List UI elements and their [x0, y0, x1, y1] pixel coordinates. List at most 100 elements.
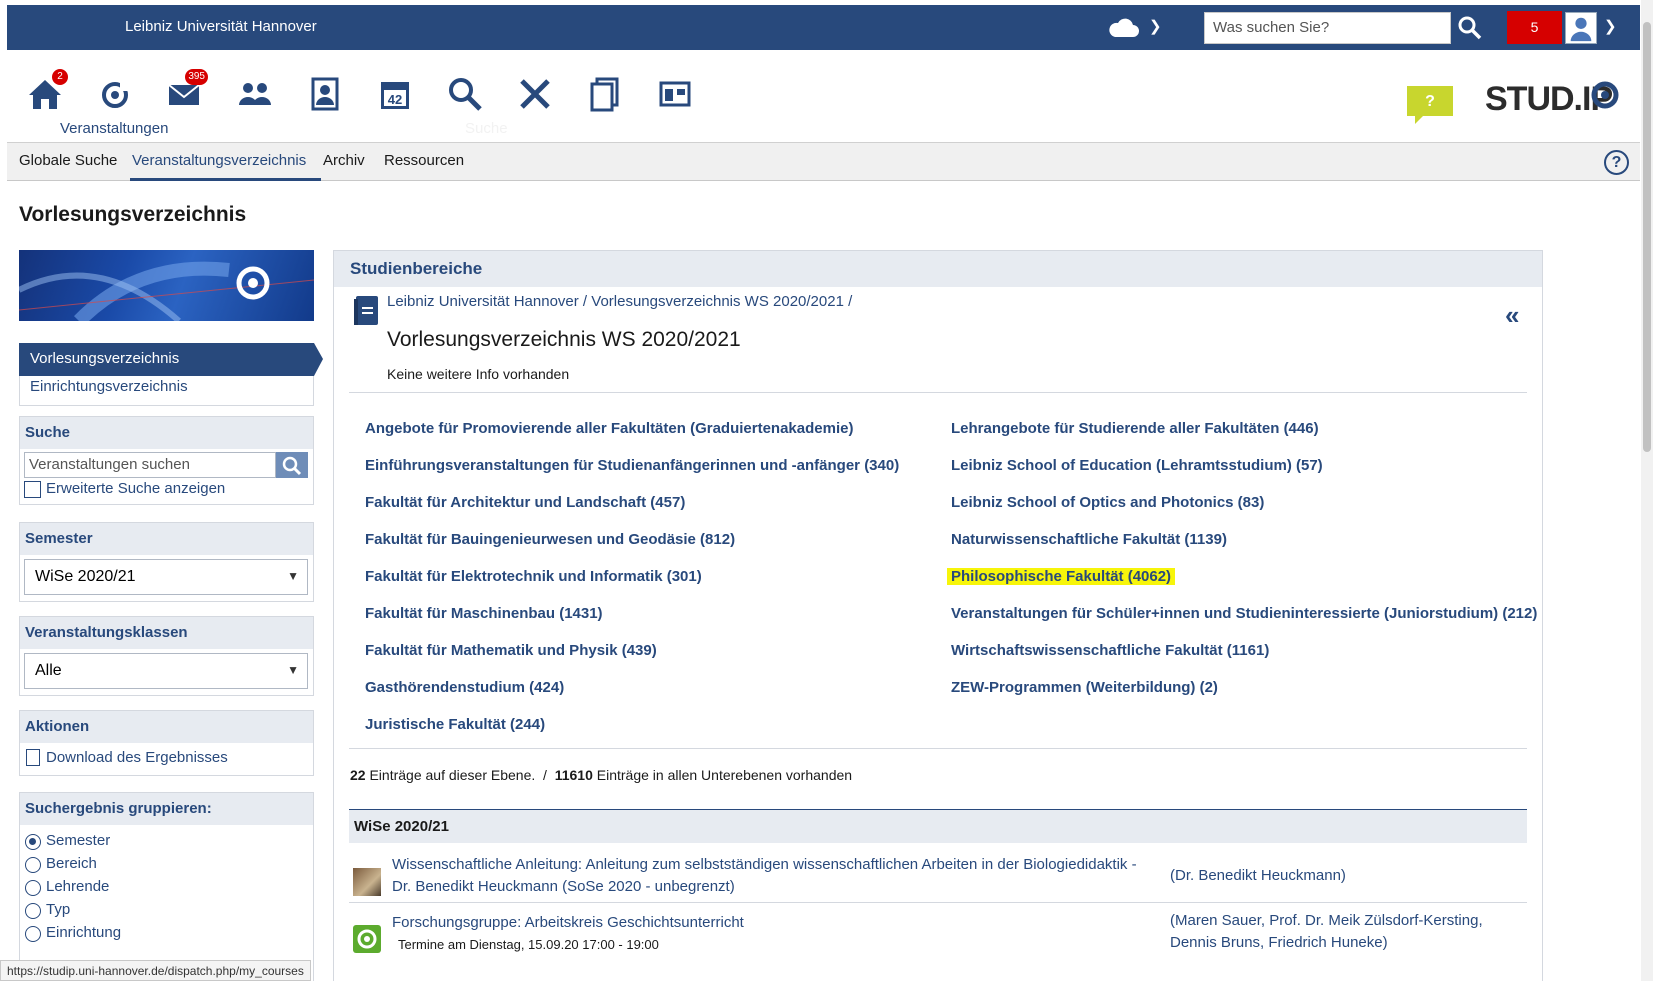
- entry-count-level-text: Einträge auf dieser Ebene.: [369, 767, 536, 783]
- entry-count-all-text: Einträge in allen Unterebenen vorhanden: [596, 767, 853, 783]
- nav-label-courses[interactable]: Veranstaltungen: [60, 120, 168, 137]
- category-link[interactable]: Leibniz School of Education (Lehramtsstu…: [951, 457, 1323, 474]
- download-results-link[interactable]: Download des Ergebnisses: [46, 749, 228, 766]
- semester-select[interactable]: WiSe 2020/21 ▼: [24, 559, 308, 595]
- category-link[interactable]: Fakultät für Mathematik und Physik (439): [365, 642, 657, 659]
- directory-info: Keine weitere Info vorhanden: [387, 366, 570, 382]
- group-radio-area[interactable]: [25, 857, 41, 873]
- semester-group-header: WiSe 2020/21: [349, 809, 1527, 843]
- download-icon: [26, 749, 40, 766]
- main-navigation: 2 Veranstaltungen 395 42 Suche ? STUD.IP: [7, 50, 1640, 142]
- sidebar-semester-title: Semester: [20, 523, 313, 555]
- sidebar-actions-title: Aktionen: [20, 711, 313, 743]
- calendar-icon[interactable]: 42: [376, 75, 414, 113]
- community-icon[interactable]: [236, 75, 274, 113]
- group-label-institute[interactable]: Einrichtung: [46, 924, 121, 941]
- course-title[interactable]: Dr. Benedikt Heuckmann (SoSe 2020 - unbe…: [392, 876, 735, 898]
- sidebar-banner-image: [19, 250, 314, 321]
- category-link[interactable]: Juristische Fakultät (244): [365, 716, 545, 733]
- category-link[interactable]: Leibniz School of Optics and Photonics (…: [951, 494, 1264, 511]
- home-icon[interactable]: 2: [26, 69, 68, 113]
- group-radio-type[interactable]: [25, 903, 41, 919]
- classes-select[interactable]: Alle ▼: [24, 653, 308, 689]
- course-title[interactable]: Forschungsgruppe: Arbeitskreis Geschicht…: [392, 912, 744, 934]
- category-link[interactable]: Veranstaltungen für Schüler+innen und St…: [951, 605, 1537, 622]
- category-link[interactable]: ZEW-Programmen (Weiterbildung) (2): [951, 679, 1218, 696]
- messages-icon[interactable]: 395: [166, 69, 208, 113]
- chevron-down-icon: ▼: [287, 569, 299, 583]
- sidebar-item-institutes[interactable]: Einrichtungsverzeichnis: [30, 378, 188, 395]
- messages-badge: 395: [185, 69, 208, 85]
- sidebar-item-course-directory[interactable]: Vorlesungsverzeichnis: [19, 343, 314, 376]
- files-icon[interactable]: [586, 75, 624, 113]
- notification-badge[interactable]: 5: [1507, 11, 1562, 44]
- cloud-icon[interactable]: [1107, 13, 1141, 43]
- group-radio-semester[interactable]: [25, 834, 41, 850]
- category-link[interactable]: Gasthörendenstudium (424): [365, 679, 564, 696]
- scrollbar[interactable]: [1641, 0, 1653, 981]
- course-logo-icon: [357, 929, 377, 949]
- advanced-search-label[interactable]: Erweiterte Suche anzeigen: [46, 480, 225, 497]
- tab-archive[interactable]: Archiv: [323, 152, 365, 169]
- chevron-down-icon[interactable]: ❯: [1149, 17, 1162, 35]
- category-link[interactable]: Fakultät für Maschinenbau (1431): [365, 605, 603, 622]
- course-lecturers[interactable]: Dennis Bruns, Friedrich Huneke): [1170, 932, 1388, 954]
- help-icon[interactable]: ?: [1604, 150, 1629, 175]
- double-chevron-left-icon[interactable]: «: [1505, 300, 1519, 331]
- course-thumbnail: [353, 925, 381, 953]
- category-link[interactable]: Fakultät für Elektrotechnik und Informat…: [365, 568, 702, 585]
- profile-icon[interactable]: [306, 75, 344, 113]
- divider: [349, 392, 1527, 393]
- category-link[interactable]: Fakultät für Architektur und Landschaft …: [365, 494, 685, 511]
- category-link[interactable]: Fakultät für Bauingenieurwesen und Geodä…: [365, 531, 735, 548]
- group-radio-institute[interactable]: [25, 926, 41, 942]
- help-bubble-icon[interactable]: ?: [1405, 84, 1455, 126]
- group-label-lecturers[interactable]: Lehrende: [46, 878, 109, 895]
- breadcrumb[interactable]: Leibniz Universität Hannover / Vorlesung…: [387, 293, 852, 310]
- course-search-input[interactable]: Veranstaltungen suchen: [24, 452, 276, 478]
- course-title[interactable]: Wissenschaftliche Anleitung: Anleitung z…: [392, 854, 1137, 876]
- status-bar-url: https://studip.uni-hannover.de/dispatch.…: [0, 960, 311, 981]
- avatar[interactable]: [1565, 12, 1597, 44]
- page-title: Vorlesungsverzeichnis: [19, 203, 247, 226]
- category-link[interactable]: Angebote für Promovierende aller Fakultä…: [365, 420, 853, 437]
- admin-icon[interactable]: [656, 75, 694, 113]
- divider: [349, 902, 1527, 903]
- global-search-input[interactable]: Was suchen Sie?: [1204, 12, 1451, 44]
- book-icon: [353, 294, 380, 327]
- tab-course-directory[interactable]: Veranstaltungsverzeichnis: [132, 152, 306, 169]
- university-name[interactable]: Leibniz Universität Hannover: [125, 18, 317, 35]
- category-link-highlighted[interactable]: Philosophische Fakultät (4062): [947, 568, 1176, 585]
- sidebar-search-title: Suche: [20, 417, 313, 449]
- search-icon[interactable]: [446, 75, 484, 113]
- course-lecturers[interactable]: (Dr. Benedikt Heuckmann): [1170, 865, 1346, 887]
- course-thumbnail: [353, 868, 381, 896]
- directory-heading: Vorlesungsverzeichnis WS 2020/2021: [387, 328, 741, 351]
- tools-icon[interactable]: [516, 75, 554, 113]
- scrollbar-thumb[interactable]: [1643, 22, 1651, 452]
- group-label-area[interactable]: Bereich: [46, 855, 97, 872]
- tab-global-search[interactable]: Globale Suche: [19, 152, 117, 169]
- courses-icon[interactable]: [96, 75, 134, 113]
- nav-label-search[interactable]: Suche: [465, 120, 508, 137]
- chevron-down-icon[interactable]: ❯: [1604, 17, 1617, 35]
- sidebar-classes-title: Veranstaltungsklassen: [20, 617, 313, 649]
- category-link[interactable]: Wirtschaftswissenschaftliche Fakultät (1…: [951, 642, 1269, 659]
- group-radio-lecturers[interactable]: [25, 880, 41, 896]
- tab-active-indicator: [130, 178, 321, 181]
- advanced-search-checkbox[interactable]: [24, 481, 41, 498]
- course-search-button[interactable]: [276, 452, 308, 478]
- study-areas-title: Studienbereiche: [334, 251, 1542, 287]
- entry-count-separator: /: [543, 767, 547, 783]
- tab-resources[interactable]: Ressourcen: [384, 152, 464, 169]
- category-link[interactable]: Einführungsveranstaltungen für Studienan…: [365, 457, 899, 474]
- category-link[interactable]: Lehrangebote für Studierende aller Fakul…: [951, 420, 1319, 437]
- studip-logo-icon: [1588, 78, 1622, 112]
- category-link[interactable]: Naturwissenschaftliche Fakultät (1139): [951, 531, 1227, 548]
- semester-select-value: WiSe 2020/21: [35, 568, 136, 585]
- group-label-type[interactable]: Typ: [46, 901, 70, 918]
- group-label-semester[interactable]: Semester: [46, 832, 110, 849]
- course-lecturers[interactable]: (Maren Sauer, Prof. Dr. Meik Zülsdorf-Ke…: [1170, 910, 1483, 932]
- search-icon[interactable]: [1457, 15, 1483, 41]
- course-dates: Termine am Dienstag, 15.09.20 17:00 - 19…: [398, 937, 659, 952]
